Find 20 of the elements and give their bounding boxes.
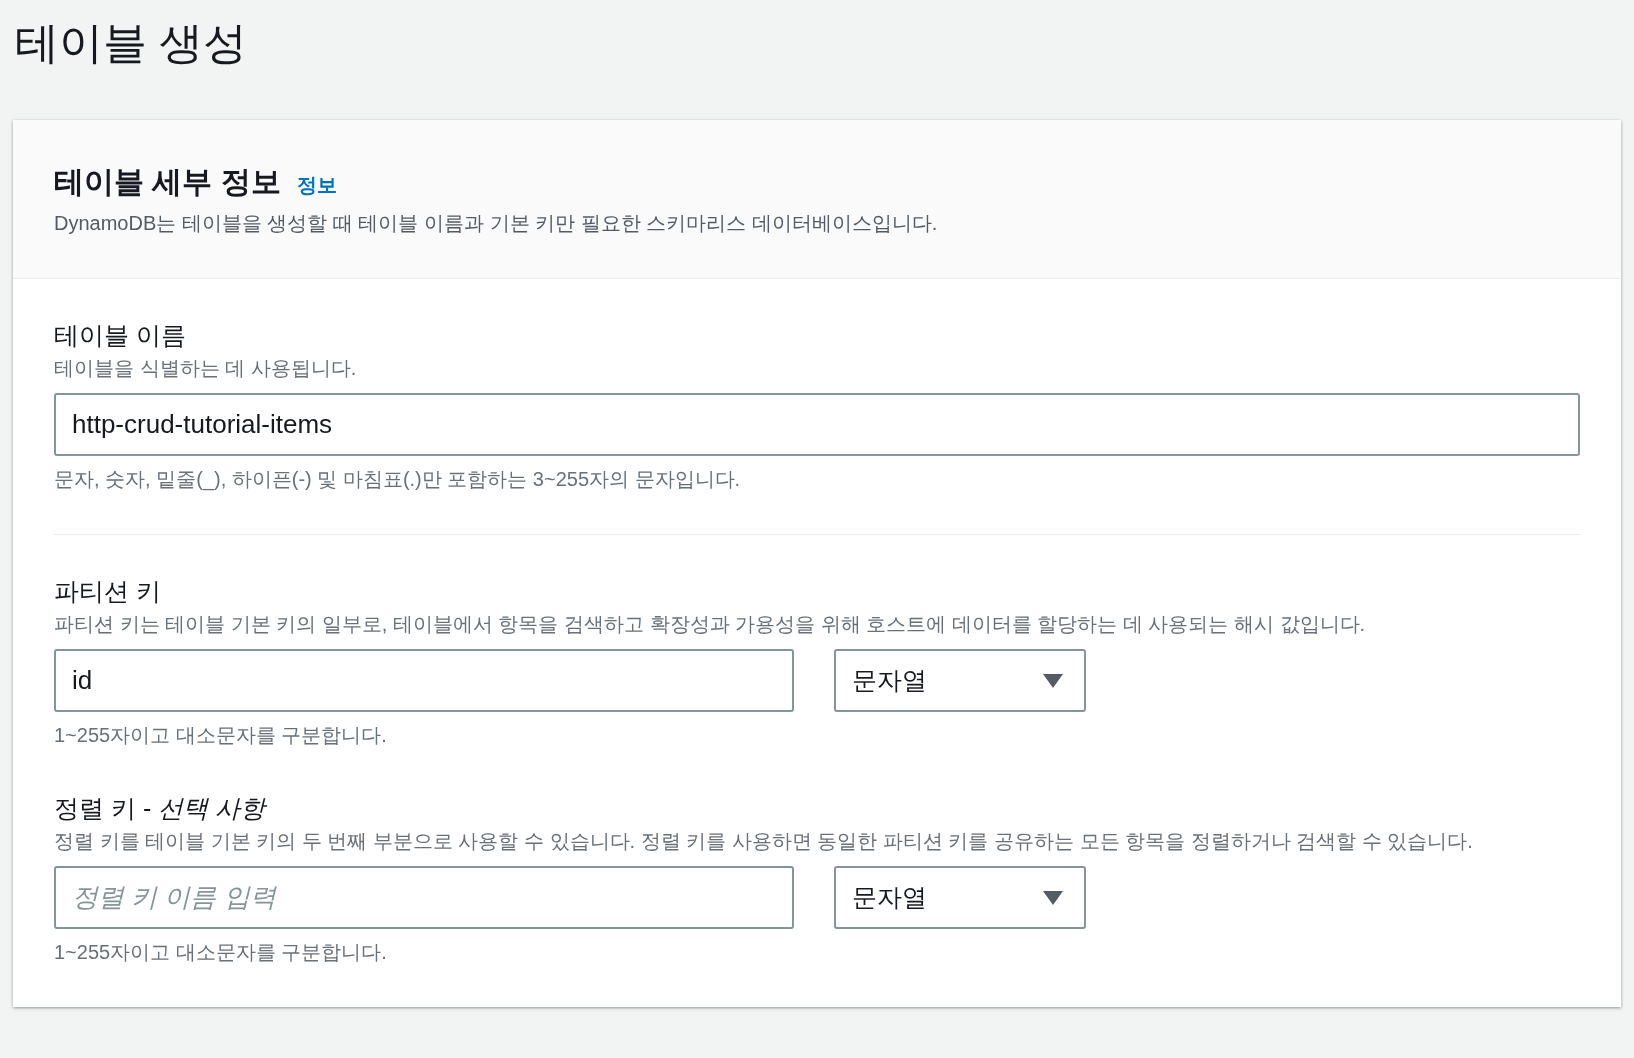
field-label: 파티션 키 [54,576,162,607]
panel-title: 테이블 세부 정보 [54,164,281,200]
field-constraint: 문자, 숫자, 밑줄(_), 하이픈(-) 및 마침표(.)만 포함하는 3~255자의 문자입니다. [54,467,742,493]
field-constraint: 1~255자이고 대소문자를 구분합니다. [54,723,388,748]
input-field[interactable]: id [54,649,794,712]
caret-icon [1042,672,1064,689]
page-title: 테이블 생성 [14,17,248,69]
field-description: 정렬 키를 테이블 기본 키의 두 번째 부분으로 사용할 수 있습니다. 정렬 키를 사용하면 동일한 파티션 키를 공유하는 모든 항목을 정렬하거나 검색할 수 있습니다. [54,829,1474,854]
type-dropdown[interactable]: 문자열 [834,649,1086,712]
field-description: 파티션 키는 테이블 기본 키의 일부로, 테이블에서 항목을 검색하고 확장성과 가용성을 위해 호스트에 데이터를 할당하는 데 사용되는 해시 값입니다. [54,612,1367,637]
type-dropdown[interactable]: 문자열 [834,866,1086,929]
info-link[interactable]: 정보 [296,170,337,200]
input-field[interactable]: 정렬 키 이름 입력 [54,866,794,929]
field-label: 테이블 이름 [54,320,187,351]
caret-icon [1042,889,1064,906]
input-field[interactable]: http-crud-tutorial-items [54,393,1580,456]
field-label: 정렬 키 - 선택 사항 [54,793,269,824]
field-description: 테이블을 식별하는 데 사용됩니다. [54,356,358,381]
field-constraint: 1~255자이고 대소문자를 구분합니다. [54,940,388,965]
panel-description: DynamoDB는 테이블을 생성할 때 테이블 이름과 기본 키만 필요한 스키마리스 데이터베이스입니다. [54,211,939,236]
